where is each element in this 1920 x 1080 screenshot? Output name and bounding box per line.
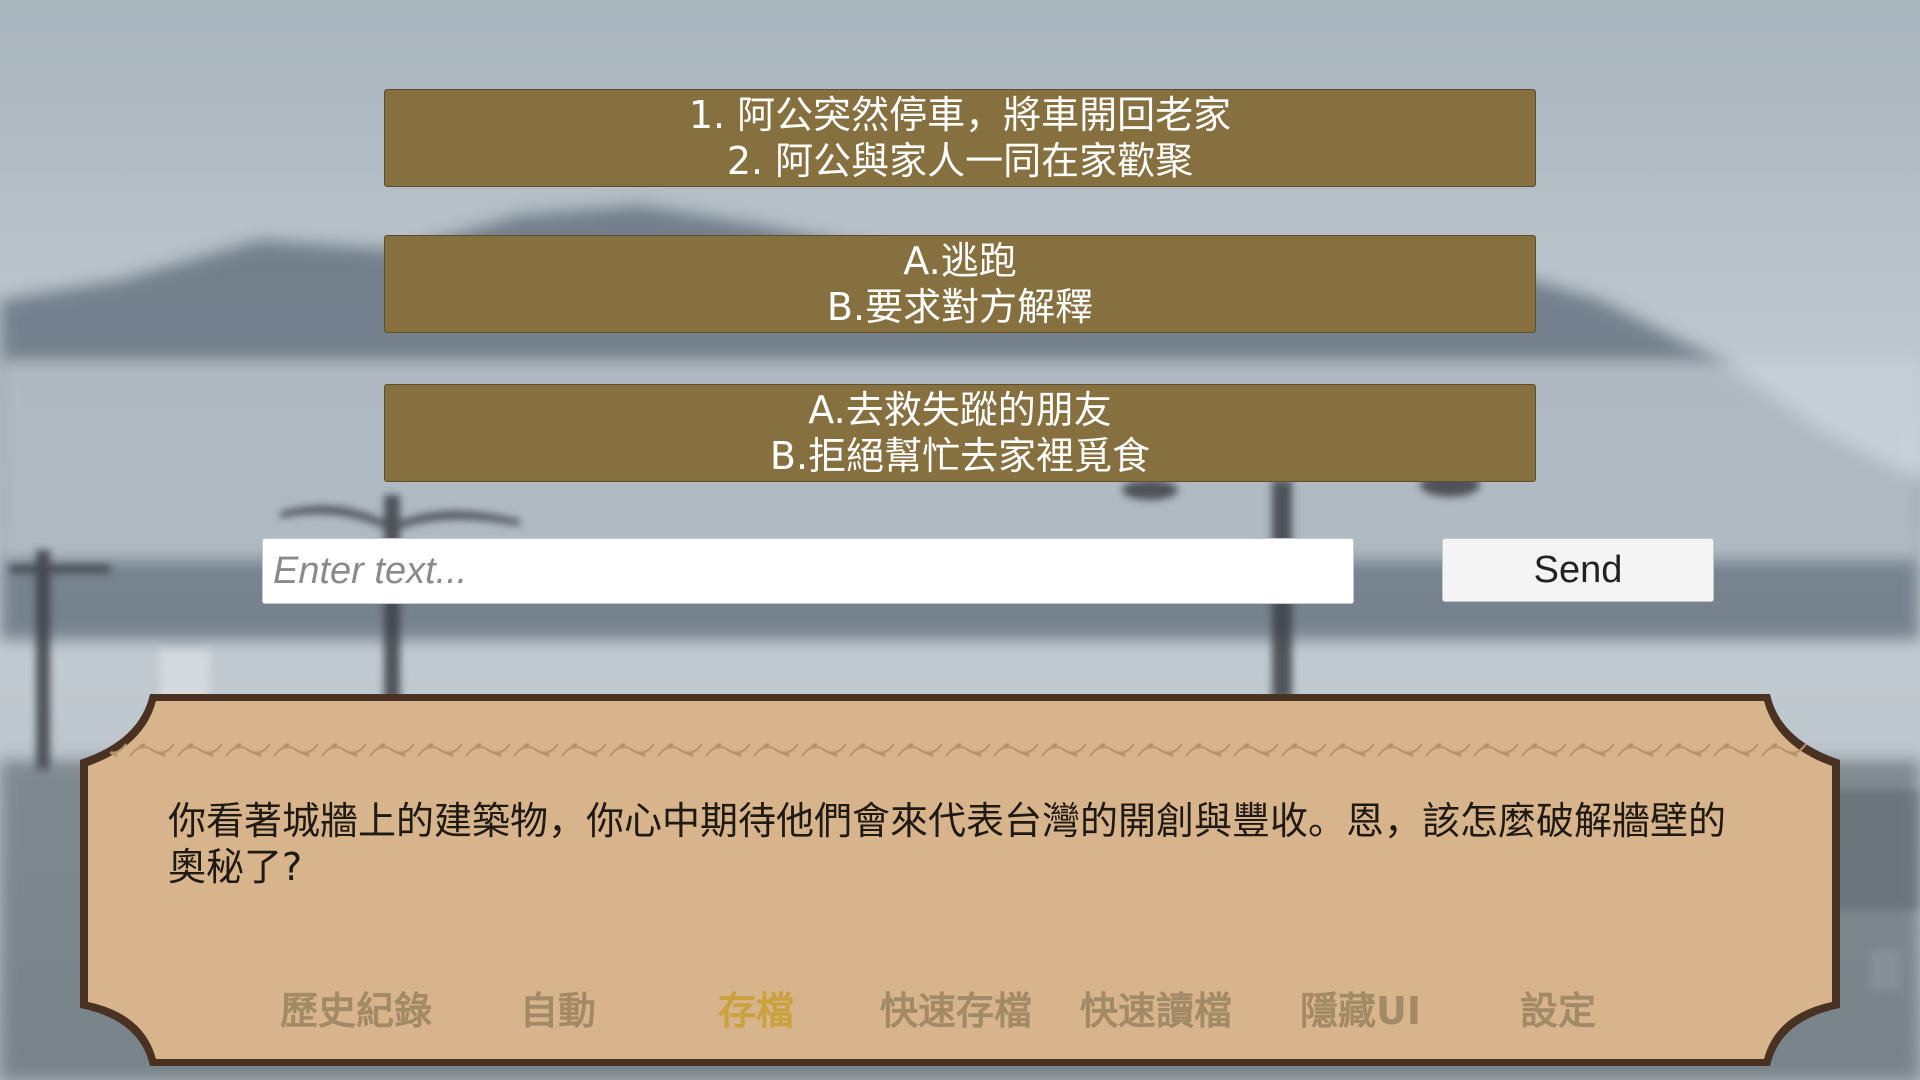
dialog-menu-bar: 歷史紀錄 自動 存檔 快速存檔 快速讀檔 隱藏UI 設定 — [80, 980, 1840, 1040]
choice-2-line-1: A.逃跑 — [903, 239, 1017, 283]
menu-hide-ui-button[interactable]: 隱藏UI — [1300, 980, 1421, 1035]
menu-quick-load-button[interactable]: 快速讀檔 — [1080, 980, 1232, 1035]
dialog-text: 你看著城牆上的建築物，你心中期待他們會來代表台灣的開創與豐收。恩，該怎麼破解牆壁… — [168, 799, 1727, 889]
choice-1-line-1: 1. 阿公突然停車，將車開回老家 — [688, 93, 1232, 137]
dialog-panel: 你看著城牆上的建築物，你心中期待他們會來代表台灣的開創與豐收。恩，該怎麼破解牆壁… — [80, 690, 1840, 1070]
vine-decoration — [110, 738, 1810, 762]
choice-1-line-2: 2. 阿公與家人一同在家歡聚 — [726, 139, 1194, 183]
send-button[interactable]: Send — [1442, 538, 1714, 602]
menu-auto-button[interactable]: 自動 — [520, 980, 596, 1035]
choice-button-1[interactable]: 1. 阿公突然停車，將車開回老家 2. 阿公與家人一同在家歡聚 — [384, 89, 1536, 187]
menu-settings-button[interactable]: 設定 — [1520, 980, 1596, 1035]
choice-button-2[interactable]: A.逃跑 B.要求對方解釋 — [384, 235, 1536, 333]
choice-3-line-2: B.拒絕幫忙去家裡覓食 — [769, 434, 1151, 478]
choice-2-line-2: B.要求對方解釋 — [826, 285, 1094, 329]
choice-3-line-1: A.去救失蹤的朋友 — [808, 388, 1112, 432]
menu-quick-save-button[interactable]: 快速存檔 — [880, 980, 1032, 1035]
chat-text-input[interactable] — [262, 538, 1354, 604]
menu-history-button[interactable]: 歷史紀錄 — [280, 980, 432, 1035]
choice-button-3[interactable]: A.去救失蹤的朋友 B.拒絕幫忙去家裡覓食 — [384, 384, 1536, 482]
menu-save-button[interactable]: 存檔 — [718, 980, 794, 1035]
